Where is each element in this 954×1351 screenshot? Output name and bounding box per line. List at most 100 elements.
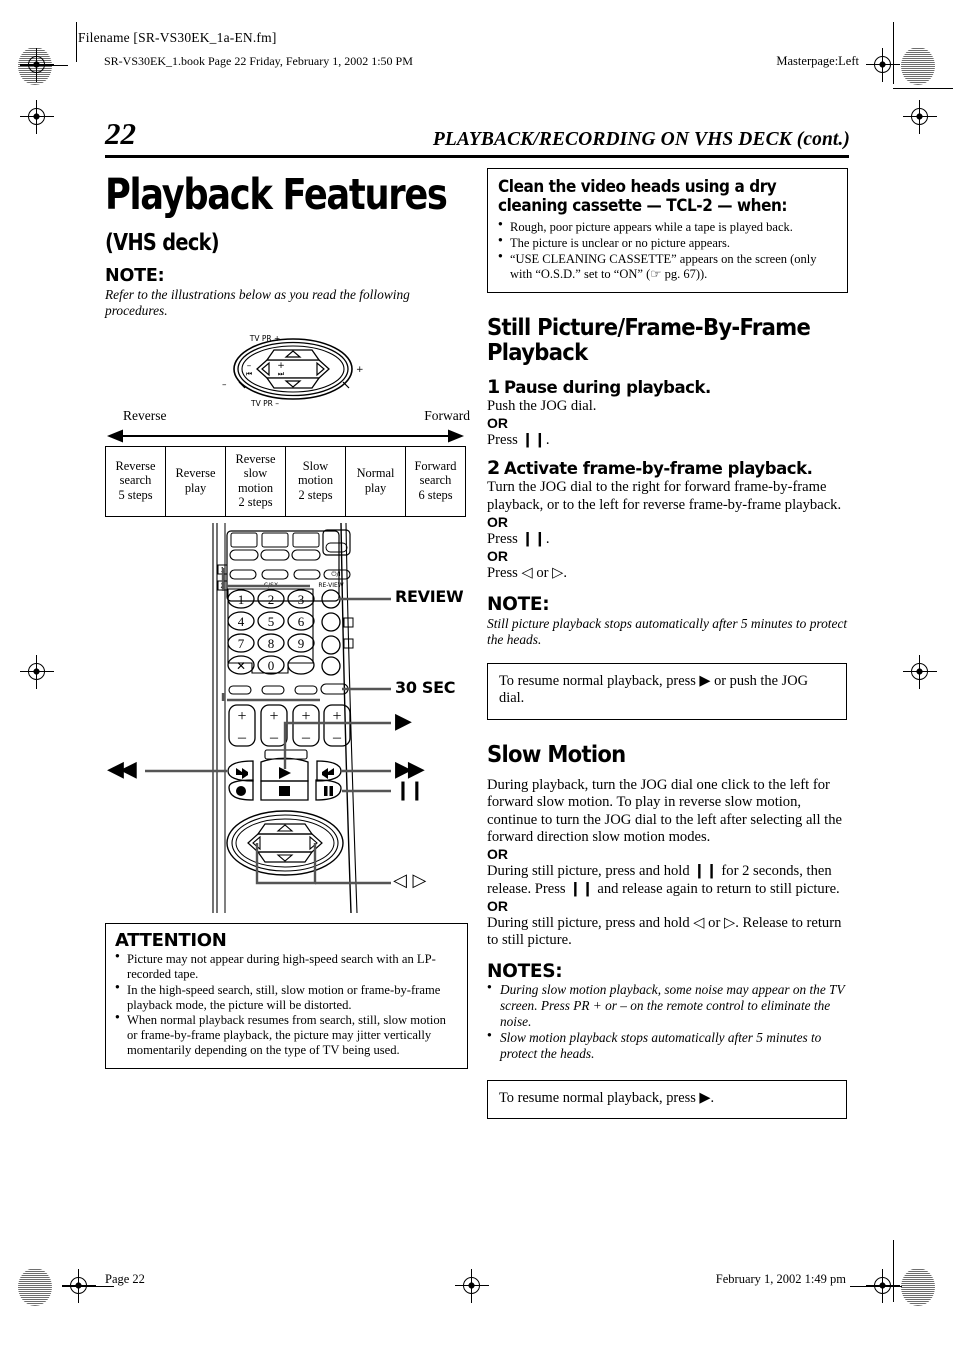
jog-outer-minus: – <box>222 380 227 390</box>
density-dot-top-right <box>901 47 935 85</box>
list-item: Picture may not appear during high-speed… <box>115 951 459 982</box>
svg-text:–: – <box>301 729 311 746</box>
step-1-line1: Push the JOG dial. <box>487 397 597 414</box>
trim-line-top-right-v <box>893 22 894 84</box>
registration-mark-top-right <box>866 48 900 82</box>
remote-key-7: 7 <box>238 636 245 651</box>
direction-labels: Reverse Forward <box>105 408 470 428</box>
slow-notes-list: During slow motion playback, some noise … <box>487 982 849 1062</box>
step-2-title: Activate frame-by-frame playback. <box>504 459 813 479</box>
cleaning-box-list: Rough, poor picture appears while a tape… <box>498 219 838 282</box>
remote-key-1: 1 <box>238 592 245 607</box>
table-row: Reverse search 5 steps Reverse play Reve… <box>105 445 466 518</box>
footer-timestamp: February 1, 2002 1:49 pm <box>715 1272 846 1286</box>
header-rule <box>105 155 849 158</box>
callout-arrows-icon: ◁ ▷ <box>393 870 427 892</box>
remote-power-icon: ⏻/I <box>331 570 340 578</box>
page-subtitle: (VHS deck) <box>105 229 220 256</box>
still-note-body: Still picture playback stops automatical… <box>487 616 848 648</box>
playback-modes-table: Reverse search 5 steps Reverse play Reve… <box>105 445 466 518</box>
list-item: The picture is unclear or no picture app… <box>498 235 838 251</box>
callout-30sec: 30 SEC <box>395 678 456 698</box>
cell-text: Reverse play <box>175 466 216 495</box>
cell-text: Forward search 6 steps <box>414 458 457 503</box>
document-page: Filename [SR-VS30EK_1a-EN.fm] SR-VS30EK_… <box>0 0 954 1351</box>
step-1-or: OR <box>487 415 508 432</box>
remote-key-3: 3 <box>298 592 305 607</box>
list-item: Slow motion playback stops automatically… <box>487 1030 849 1062</box>
jog-skip-back-icon: ⏮ <box>246 370 252 378</box>
filename-label: Filename [SR-VS30EK_1a-EN.fm] <box>78 30 277 45</box>
callout-rewind-icon: ◀◀ <box>107 757 137 783</box>
density-dot-top-left <box>18 47 52 85</box>
registration-mark-mid-right <box>903 655 937 689</box>
svg-text:–: – <box>237 729 247 746</box>
trim-line-top-right-h <box>893 88 953 89</box>
cell-text: Reverse search 5 steps <box>115 458 156 503</box>
step-1: 1 Pause during playback. <box>487 376 849 398</box>
jog-skip-fwd-icon: ⏭ <box>278 370 285 378</box>
remote-key-9: 9 <box>298 636 305 651</box>
step-2-or2: OR <box>487 548 508 565</box>
jog-dial-illustration: TV PR + TV PR – – + ⏮ ⏭ + – <box>105 334 470 408</box>
section-heading-slow-motion: Slow Motion <box>487 739 626 768</box>
section-heading-still-picture: Still Picture/Frame-By-Frame Playback <box>487 313 811 367</box>
table-cell-reverse-play: Reverse play <box>165 445 226 518</box>
remote-key-4: 4 <box>238 614 245 629</box>
step-2-or1: OR <box>487 514 508 531</box>
attention-list: Picture may not appear during high-speed… <box>115 951 459 1058</box>
density-dot-bottom-left <box>18 1268 52 1306</box>
table-cell-forward-search: Forward search 6 steps <box>405 445 466 518</box>
masterpage-label: Masterpage:Left <box>776 54 859 68</box>
slow-para-3: During still picture, press and hold ◁ o… <box>487 914 842 949</box>
cleaning-cassette-box: Clean the video heads using a dry cleani… <box>487 168 848 294</box>
footer-page-label: Page 22 <box>105 1272 145 1286</box>
callout-play-icon: ▶ <box>395 709 412 735</box>
remote-control-illustration: 1 2 3 4 5 6 7 8 9 0 ✕ ⏻/I C/SX RE-VIEW +… <box>105 523 470 914</box>
table-cell-reverse-slow: Reverse slow motion 2 steps <box>225 445 286 518</box>
resume-playback-box-1: To resume normal playback, press ▶ or pu… <box>487 662 847 720</box>
attention-title: ATTENTION <box>115 930 227 952</box>
remote-key-0: 0 <box>268 658 275 673</box>
remote-cancel-icon: ✕ <box>236 659 246 673</box>
direction-arrow <box>107 429 464 443</box>
step-2-line2: Press ❙❙. <box>487 530 550 547</box>
step-1-title: Pause during playback. <box>504 377 711 397</box>
list-item: “USE CLEANING CASSETTE” appears on the s… <box>498 251 838 282</box>
running-head-title: PLAYBACK/RECORDING ON VHS DECK (cont.) <box>432 129 850 150</box>
list-item: During slow motion playback, some noise … <box>487 982 849 1030</box>
list-item: In the high-speed search, still, slow mo… <box>115 982 459 1013</box>
svg-text:+: + <box>237 708 246 725</box>
remote-key-2: 2 <box>268 592 275 607</box>
bookfile-info: SR-VS30EK_1.book Page 22 Friday, Februar… <box>104 54 413 68</box>
table-cell-normal-play: Normal play <box>345 445 406 518</box>
trim-line-bottom-right-v <box>893 1240 894 1302</box>
remote-key-8: 8 <box>268 636 275 651</box>
cell-text: Reverse slow motion 2 steps <box>235 451 276 510</box>
jog-dial-svg: TV PR + TV PR – – + ⏮ ⏭ + – <box>222 334 364 408</box>
svg-text:–: – <box>269 729 279 746</box>
attention-box: ATTENTION Picture may not appear during … <box>105 923 468 1070</box>
right-column: Clean the video heads using a dry cleani… <box>487 168 849 1119</box>
density-dot-bottom-right <box>901 1268 935 1306</box>
slow-para-1: During playback, turn the JOG dial one c… <box>487 777 843 846</box>
step-1-number: 1 <box>487 375 500 398</box>
jog-outer-plus: + <box>356 365 364 375</box>
slow-or-2: OR <box>487 897 508 914</box>
slow-para-2: During still picture, press and hold ❙❙ … <box>487 863 840 897</box>
svg-text:+: + <box>269 708 278 725</box>
svg-text:–: – <box>332 729 342 746</box>
header-vertical-rule <box>76 22 77 62</box>
trim-line-footer-right <box>850 1286 902 1287</box>
callout-pause-icon: ❙❙ <box>395 779 425 802</box>
remote-review-label: RE-VIEW <box>318 582 343 589</box>
registration-mark-bottom-center <box>455 1269 489 1303</box>
still-note-heading: NOTE: <box>487 594 550 616</box>
label-forward: Forward <box>424 407 470 423</box>
left-column: Playback Features (VHS deck) NOTE: Refer… <box>105 168 470 1070</box>
list-item: When normal playback resumes from search… <box>115 1012 459 1058</box>
note-body: Refer to the illustrations below as you … <box>105 286 410 319</box>
resume-playback-box-2: To resume normal playback, press ▶. <box>487 1080 847 1119</box>
slow-or-1: OR <box>487 846 508 863</box>
step-1-line2: Press ❙❙. <box>487 431 550 448</box>
